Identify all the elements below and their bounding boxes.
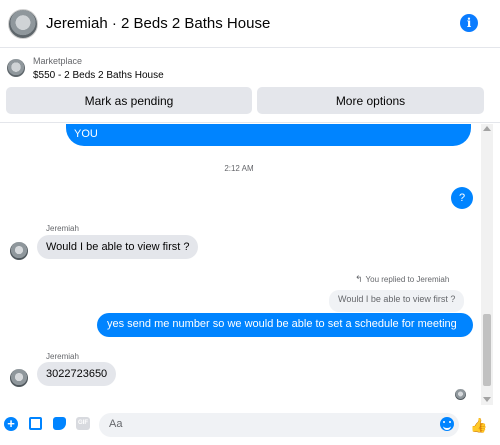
sender-name: Jeremiah [46,352,79,361]
marketplace-listing-bar: Marketplace $550 - 2 Beds 2 Baths House … [0,49,500,123]
reply-arrow-icon: ↰ [355,274,363,284]
thread-scrollbar[interactable] [481,124,493,405]
listing-thumbnail[interactable] [7,59,25,77]
info-icon[interactable]: i [460,14,478,32]
quoted-message[interactable]: Would I be able to view first ? [329,290,465,312]
message-thread[interactable]: YOU 2:12 AM ? Jeremiah Would I be able t… [0,124,478,405]
reply-indicator-label: You replied to Jeremiah [365,275,450,284]
scrollbar-thumb[interactable] [483,314,491,386]
sticker-icon[interactable] [53,417,66,430]
sender-avatar[interactable] [10,242,28,260]
listing-kind: Marketplace [33,56,83,66]
gif-icon[interactable]: GIF [76,417,90,430]
scroll-up-arrow-icon[interactable] [483,126,491,131]
outgoing-message: YOU [66,124,471,146]
conversation-title[interactable]: Jeremiah · 2 Beds 2 Baths House [46,15,270,32]
emoji-icon[interactable] [440,417,454,431]
outgoing-message: ? [451,187,473,209]
contact-avatar[interactable] [8,9,38,39]
message-input[interactable]: Aa [99,413,459,437]
more-options-button[interactable]: More options [257,87,484,114]
incoming-message: 3022723650 [37,362,117,386]
listing-price-title[interactable]: $550 - 2 Beds 2 Baths House [33,70,164,81]
photo-icon[interactable] [29,417,42,430]
sender-avatar[interactable] [10,369,28,387]
plus-icon[interactable]: + [4,417,18,431]
scroll-down-arrow-icon[interactable] [483,397,491,402]
mark-as-pending-button[interactable]: Mark as pending [6,87,252,114]
thumbs-up-icon[interactable]: 👍 [470,417,487,434]
chat-header: Jeremiah · 2 Beds 2 Baths House i [0,0,500,48]
message-timestamp: 2:12 AM [224,164,254,173]
outgoing-message: yes send me number so we would be able t… [97,313,473,337]
message-composer: + GIF Aa 👍 [0,405,500,445]
reply-indicator: ↰ You replied to Jeremiah [355,274,449,285]
incoming-message: Would I be able to view first ? [37,235,199,259]
seen-avatar-icon [455,389,466,400]
sender-name: Jeremiah [46,224,79,233]
